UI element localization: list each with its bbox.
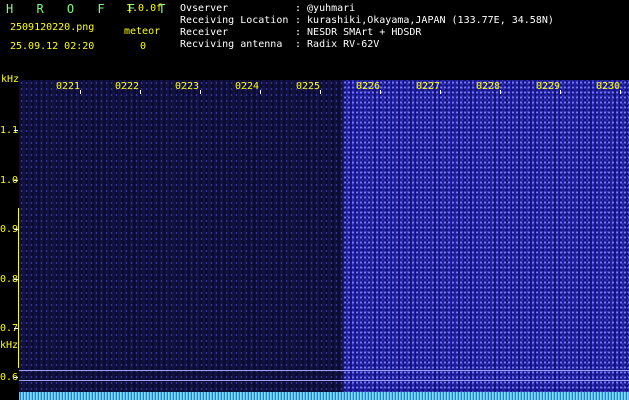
meteor-label: meteor: [124, 26, 161, 37]
reference-line-upper: [19, 370, 629, 371]
spectrogram-bright-region: [343, 80, 629, 400]
x-tick-mark: [380, 90, 381, 94]
header-panel: H R O F F T 1.0.0f 2509120220.png meteor…: [0, 0, 629, 78]
receiver-label: Receiver: [180, 27, 229, 38]
x-tick-label: 0226: [356, 81, 381, 92]
file-name: 2509120220.png: [10, 22, 95, 33]
observer-value: : @yuhmari: [295, 3, 356, 14]
y-axis-unit-top: kHz: [1, 74, 20, 85]
y-tick-mark: [14, 377, 18, 378]
y-tick-mark: [14, 229, 18, 230]
reference-line-lower: [19, 380, 629, 381]
y-tick-mark: [14, 180, 18, 181]
meteor-count: 0: [140, 41, 147, 52]
y-axis-line: [18, 208, 19, 368]
x-tick-label: 0221: [56, 81, 81, 92]
x-tick-mark: [260, 90, 261, 94]
x-tick-label: 0222: [115, 81, 140, 92]
x-tick-mark: [440, 90, 441, 94]
capture-datetime: 25.09.12 02:20: [10, 41, 95, 52]
x-tick-mark: [140, 90, 141, 94]
y-tick-mark: [14, 328, 18, 329]
x-tick-mark: [560, 90, 561, 94]
receiver-value: : NESDR SMArt + HDSDR: [295, 27, 422, 38]
x-tick-mark: [80, 90, 81, 94]
y-axis-unit-mid: kHz: [0, 340, 19, 351]
x-tick-mark: [320, 90, 321, 94]
x-tick-label: 0223: [175, 81, 200, 92]
location-value: : kurashiki,Okayama,JAPAN (133.77E, 34.5…: [295, 15, 554, 26]
x-tick-label: 0230: [596, 81, 621, 92]
spectrogram-dim-region: [19, 80, 343, 400]
x-tick-label: 0229: [536, 81, 561, 92]
y-tick-mark: [14, 279, 18, 280]
x-tick-label: 0227: [416, 81, 441, 92]
x-tick-label: 0228: [476, 81, 501, 92]
spectrogram-plot: [19, 80, 629, 400]
antenna-label: Recviving antenna: [180, 39, 283, 50]
x-tick-mark: [200, 90, 201, 94]
x-tick-label: 0225: [296, 81, 321, 92]
x-tick-label: 0224: [235, 81, 260, 92]
antenna-value: : Radix RV-62V: [295, 39, 380, 50]
y-tick-mark: [14, 130, 18, 131]
x-tick-mark: [500, 90, 501, 94]
observer-label: Ovserver: [180, 3, 229, 14]
location-label: Receiving Location: [180, 15, 289, 26]
noise-floor-band: [19, 392, 629, 400]
app-version: 1.0.0f: [126, 3, 163, 14]
x-tick-mark: [620, 90, 621, 94]
